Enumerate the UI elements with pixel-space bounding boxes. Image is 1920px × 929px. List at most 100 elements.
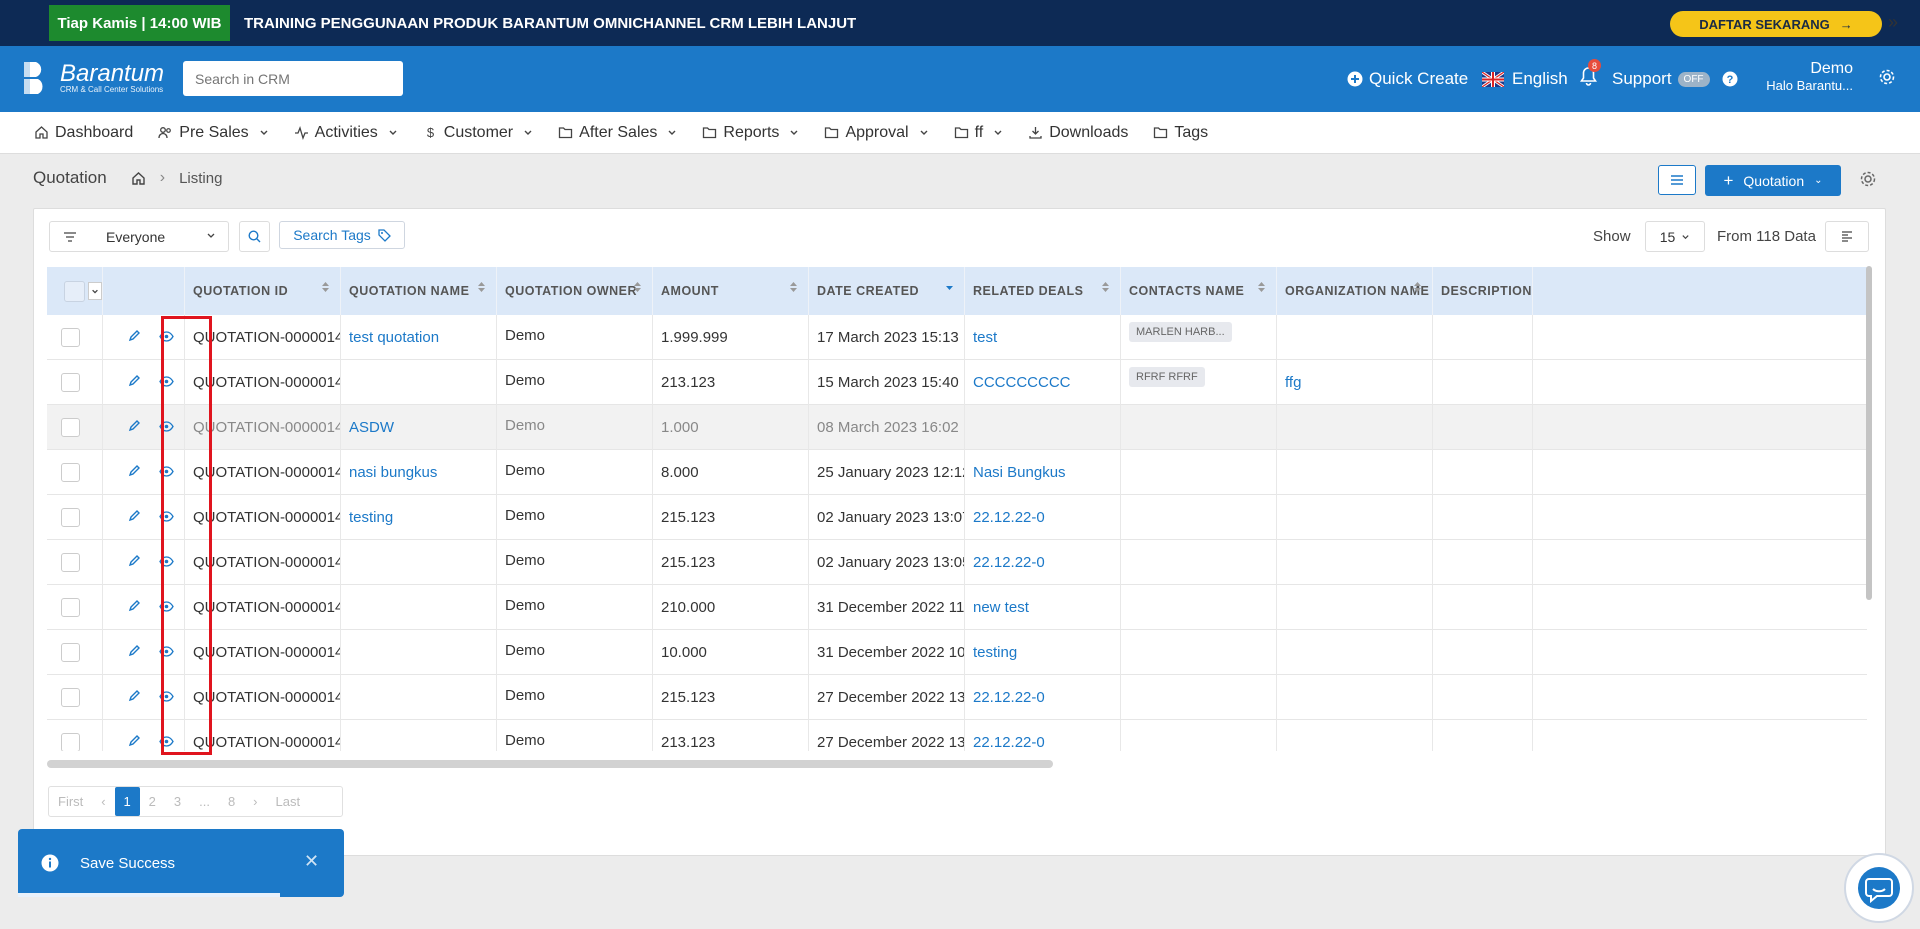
sort-icon[interactable] xyxy=(321,281,330,296)
cell-deal[interactable]: 22.12.22-0 xyxy=(965,720,1121,751)
edit-icon[interactable] xyxy=(128,419,141,436)
cell-deal[interactable]: 22.12.22-0 xyxy=(965,675,1121,720)
edit-icon[interactable] xyxy=(128,689,141,706)
edit-icon[interactable] xyxy=(128,599,141,616)
cell-name[interactable] xyxy=(341,720,497,751)
select-dropdown-icon[interactable] xyxy=(88,282,102,300)
vertical-scrollbar[interactable] xyxy=(1866,266,1872,600)
search-tags-button[interactable]: Search Tags xyxy=(279,221,405,249)
cell-deal[interactable] xyxy=(965,405,1121,450)
page-settings-gear-icon[interactable] xyxy=(1859,170,1877,188)
page-button[interactable]: 8 xyxy=(219,794,244,809)
sort-icon[interactable] xyxy=(477,281,486,296)
quick-create-button[interactable]: Quick Create xyxy=(1347,46,1468,112)
notifications-button[interactable]: 8 xyxy=(1580,46,1601,112)
column-header[interactable]: AMOUNT xyxy=(653,267,809,315)
sort-icon[interactable] xyxy=(633,281,642,296)
nav-item-pre-sales[interactable]: Pre Sales xyxy=(158,124,268,142)
cell-org[interactable]: ffg xyxy=(1277,360,1433,405)
cell-org[interactable] xyxy=(1277,675,1433,720)
list-view-button[interactable] xyxy=(1658,165,1696,195)
nav-expand-icon[interactable]: » xyxy=(1888,12,1898,33)
cell-org[interactable] xyxy=(1277,315,1433,360)
cell-deal[interactable]: 22.12.22-0 xyxy=(965,495,1121,540)
cell-name[interactable] xyxy=(341,360,497,405)
page-button-current[interactable]: 1 xyxy=(114,787,140,816)
page-button[interactable]: ... xyxy=(190,794,219,809)
sort-desc-icon[interactable] xyxy=(945,281,954,296)
cell-deal[interactable]: Nasi Bungkus xyxy=(965,450,1121,495)
sort-icon[interactable] xyxy=(1101,281,1110,296)
row-checkbox[interactable] xyxy=(61,688,80,707)
cell-name[interactable] xyxy=(341,675,497,720)
cell-deal[interactable]: new test xyxy=(965,585,1121,630)
close-icon[interactable]: ✕ xyxy=(304,851,319,872)
nav-item-activities[interactable]: Activities xyxy=(294,124,398,142)
cell-org[interactable] xyxy=(1277,630,1433,675)
column-header[interactable]: RELATED DEALS xyxy=(965,267,1121,315)
last-page-button[interactable]: Last xyxy=(267,794,310,809)
select-all-checkbox[interactable] xyxy=(64,280,85,302)
edit-icon[interactable] xyxy=(128,374,141,391)
cell-name[interactable]: testing xyxy=(341,495,497,540)
language-selector[interactable]: English xyxy=(1482,46,1568,112)
cell-org[interactable] xyxy=(1277,405,1433,450)
cell-deal[interactable]: 22.12.22-0 xyxy=(965,540,1121,585)
nav-item-tags[interactable]: Tags xyxy=(1153,124,1208,142)
add-quotation-button[interactable]: + Quotation ⌄ xyxy=(1705,165,1841,196)
nav-item-downloads[interactable]: Downloads xyxy=(1028,124,1128,142)
row-checkbox[interactable] xyxy=(61,643,80,662)
cell-org[interactable] xyxy=(1277,585,1433,630)
contact-chip[interactable]: MARLEN HARB... xyxy=(1129,321,1232,342)
search-button[interactable] xyxy=(239,221,270,252)
cell-org[interactable] xyxy=(1277,540,1433,585)
cell-org[interactable] xyxy=(1277,495,1433,540)
cell-deal[interactable]: test xyxy=(965,315,1121,360)
brand-logo[interactable]: Barantum CRM & Call Center Solutions xyxy=(20,60,164,96)
nav-item-approval[interactable]: Approval xyxy=(824,124,928,142)
cell-name[interactable]: nasi bungkus xyxy=(341,450,497,495)
cell-name[interactable] xyxy=(341,540,497,585)
cell-name[interactable] xyxy=(341,585,497,630)
nav-item-dashboard[interactable]: Dashboard xyxy=(34,124,133,142)
nav-item-ff[interactable]: ff xyxy=(954,124,1004,142)
edit-icon[interactable] xyxy=(128,329,141,346)
help-button[interactable]: ? xyxy=(1722,46,1738,112)
column-header[interactable]: ORGANIZATION NAME xyxy=(1277,267,1433,315)
support-toggle[interactable]: Support OFF xyxy=(1612,46,1710,112)
edit-icon[interactable] xyxy=(128,509,141,526)
page-button[interactable]: 2 xyxy=(140,794,165,809)
edit-icon[interactable] xyxy=(128,464,141,481)
row-checkbox[interactable] xyxy=(61,373,80,392)
edit-icon[interactable] xyxy=(128,644,141,661)
row-checkbox[interactable] xyxy=(61,598,80,617)
sort-icon[interactable] xyxy=(789,281,798,296)
cell-name[interactable]: ASDW xyxy=(341,405,497,450)
owner-filter-select[interactable]: Everyone xyxy=(49,221,229,252)
column-header[interactable]: QUOTATION NAME xyxy=(341,267,497,315)
cell-deal[interactable]: CCCCCCCCC xyxy=(965,360,1121,405)
settings-gear-icon[interactable] xyxy=(1878,68,1896,86)
horizontal-scrollbar[interactable] xyxy=(47,760,1053,768)
first-page-button[interactable]: First xyxy=(49,794,92,809)
column-header[interactable]: DESCRIPTION xyxy=(1433,267,1533,315)
next-page-button[interactable]: › xyxy=(244,794,266,809)
live-chat-button[interactable] xyxy=(1844,853,1914,923)
crm-search-input[interactable] xyxy=(183,61,403,96)
row-checkbox[interactable] xyxy=(61,733,80,751)
sort-icon[interactable] xyxy=(1257,281,1266,296)
edit-icon[interactable] xyxy=(128,734,141,751)
sort-icon[interactable] xyxy=(1413,281,1422,296)
row-checkbox[interactable] xyxy=(61,508,80,527)
row-checkbox[interactable] xyxy=(61,463,80,482)
cell-name[interactable] xyxy=(341,630,497,675)
row-checkbox[interactable] xyxy=(61,553,80,572)
home-icon[interactable] xyxy=(131,171,146,186)
nav-item-customer[interactable]: $ Customer xyxy=(423,124,533,142)
column-settings-button[interactable] xyxy=(1825,221,1869,252)
page-button[interactable]: 3 xyxy=(165,794,190,809)
row-checkbox[interactable] xyxy=(61,328,80,347)
page-size-select[interactable]: 15 xyxy=(1645,221,1705,252)
column-header[interactable]: CONTACTS NAME xyxy=(1121,267,1277,315)
row-checkbox[interactable] xyxy=(61,418,80,437)
